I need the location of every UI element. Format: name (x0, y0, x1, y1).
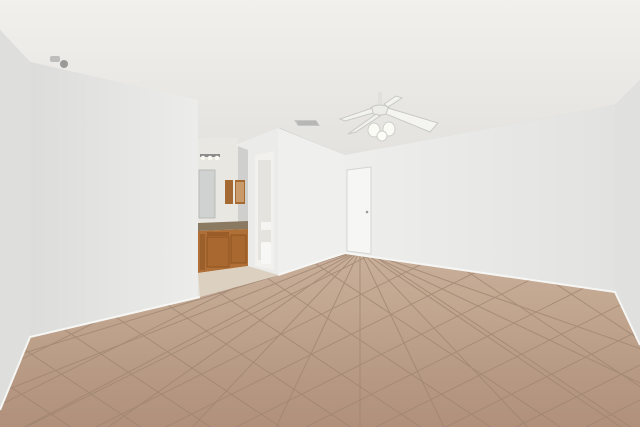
room-illustration (0, 0, 640, 427)
ceiling-vent-icon (294, 120, 320, 126)
left-main-wall (30, 62, 198, 337)
room-photo (0, 0, 640, 427)
wall-light-fixture-icon (200, 154, 220, 161)
closet-door (346, 166, 372, 255)
